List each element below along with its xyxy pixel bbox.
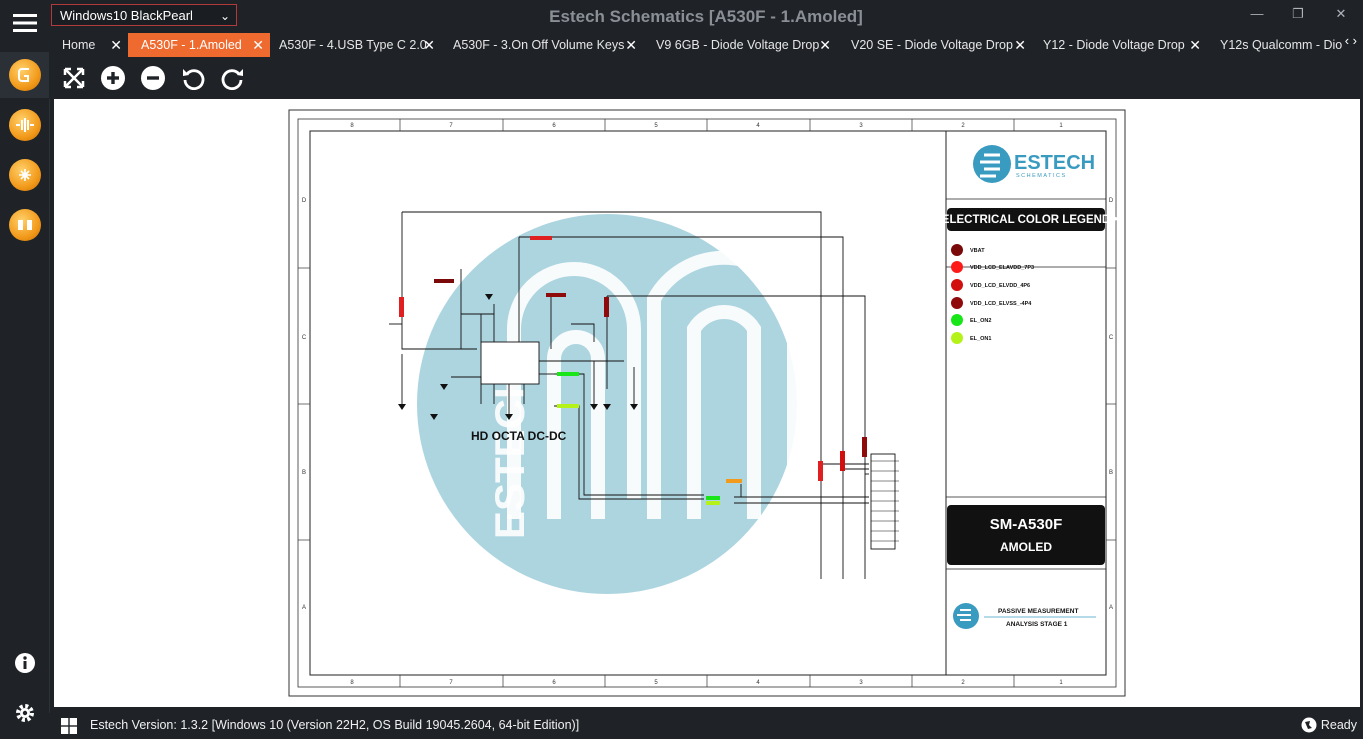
footer-logo — [953, 603, 979, 629]
maximize-icon[interactable]: ❐ — [1288, 6, 1308, 24]
tab-y12[interactable]: Y12 - Diode Voltage Drop ✕ — [1030, 33, 1207, 57]
model-name: SM-A530F — [990, 516, 1063, 533]
minimize-icon[interactable]: — — [1247, 6, 1267, 24]
fit-screen-icon[interactable] — [61, 65, 87, 91]
menu-icon[interactable] — [0, 0, 49, 46]
tools-icon[interactable] — [0, 202, 49, 248]
info-icon[interactable] — [0, 640, 49, 686]
brand-name: ESTECH — [1014, 152, 1095, 174]
tab-label: Home — [62, 38, 96, 52]
close-icon[interactable]: ✕ — [110, 33, 122, 57]
row-label: A — [302, 605, 306, 611]
footer-line1: PASSIVE MEASUREMENT — [998, 608, 1078, 615]
tab-a530f-onoff[interactable]: A530F - 3.On Off Volume Keys ✕ — [440, 33, 643, 57]
model-sub: AMOLED — [1000, 540, 1052, 554]
legend-title: • ELECTRICAL COLOR LEGEND • — [935, 214, 1118, 226]
title-bar: Windows10 BlackPearl ⌄ Estech Schematics… — [49, 0, 1363, 33]
version-status: Estech Version: 1.3.2 [Windows 10 (Versi… — [90, 718, 580, 732]
legend-label: VBAT — [970, 248, 985, 254]
status-bar: Estech Version: 1.3.2 [Windows 10 (Versi… — [49, 713, 1363, 737]
tab-a530f-usb[interactable]: A530F - 4.USB Type C 2.0 ✕ — [266, 33, 441, 57]
legend-swatch — [951, 314, 963, 326]
circuit-icon[interactable] — [0, 152, 49, 198]
row-label: B — [302, 470, 306, 476]
lcd-connector — [870, 453, 896, 550]
window-title: Estech Schematics [A530F - 1.Amoled] — [549, 7, 863, 26]
toolbar — [49, 57, 1363, 99]
tab-label: Y12s Qualcomm - Dio — [1220, 38, 1343, 52]
close-icon[interactable]: ✕ — [252, 33, 264, 57]
tab-label: V9 6GB - Diode Voltage Drop — [656, 38, 820, 52]
schematic-drawing[interactable]: 8 7 6 5 4 3 2 1 8 7 6 5 4 3 2 1 D C B A … — [54, 99, 1360, 707]
tab-label: A530F - 3.On Off Volume Keys — [453, 38, 625, 52]
tab-label: Y12 - Diode Voltage Drop — [1043, 38, 1185, 52]
tab-home[interactable]: Home ✕ — [49, 33, 128, 57]
tab-scroll-arrows[interactable]: ‹ › — [1345, 33, 1357, 48]
schematic-icon[interactable] — [0, 52, 49, 98]
footer-line2: ANALYSIS STAGE 1 — [1006, 621, 1068, 628]
close-icon[interactable]: ✕ — [1189, 33, 1201, 57]
rotate-left-icon[interactable] — [180, 65, 206, 91]
row-label: C — [302, 335, 307, 341]
ready-status: Ready — [1320, 718, 1357, 732]
circuit-label: HD OCTA DC-DC — [471, 429, 567, 443]
globe-icon — [1301, 717, 1317, 738]
row-label: A — [1109, 605, 1113, 611]
tab-label: A530F - 1.Amoled — [141, 38, 242, 52]
components-icon[interactable] — [0, 102, 49, 148]
theme-select[interactable]: Windows10 BlackPearl ⌄ — [51, 4, 237, 26]
row-label: D — [1109, 198, 1114, 204]
legend-label: EL_ON2 — [970, 318, 991, 324]
tab-a530f-amoled[interactable]: A530F - 1.Amoled ✕ — [128, 33, 270, 57]
close-icon[interactable]: ✕ — [1014, 33, 1026, 57]
tab-y12s[interactable]: Y12s Qualcomm - Dio — [1207, 33, 1347, 57]
brand-sub: SCHEMATICS — [1016, 173, 1067, 179]
legend-swatch — [951, 279, 963, 291]
windows-logo-icon — [61, 718, 77, 739]
close-icon[interactable]: ✕ — [819, 33, 831, 57]
sidebar — [0, 0, 50, 737]
chevron-down-icon: ⌄ — [219, 9, 230, 23]
legend-label: EL_ON1 — [970, 336, 991, 342]
svg-text:ESTECH: ESTECH — [486, 369, 533, 539]
close-icon[interactable]: ✕ — [625, 33, 637, 57]
zoom-in-icon[interactable] — [100, 65, 126, 91]
rotate-right-icon[interactable] — [220, 65, 246, 91]
tab-label: A530F - 4.USB Type C 2.0 — [279, 38, 427, 52]
close-icon[interactable]: ✕ — [1331, 6, 1351, 24]
tab-v20se[interactable]: V20 SE - Diode Voltage Drop ✕ — [838, 33, 1032, 57]
legend-label: VDD_LCD_ELVDD_4P6 — [970, 283, 1030, 289]
tab-bar: Home ✕ A530F - 1.Amoled ✕ A530F - 4.USB … — [49, 33, 1363, 57]
zoom-out-icon[interactable] — [140, 65, 166, 91]
schematic-canvas[interactable]: 8 7 6 5 4 3 2 1 8 7 6 5 4 3 2 1 D C B A … — [54, 99, 1360, 707]
close-icon[interactable]: ✕ — [423, 33, 435, 57]
tab-v9[interactable]: V9 6GB - Diode Voltage Drop ✕ — [643, 33, 837, 57]
legend-swatch — [951, 244, 963, 256]
model-box — [947, 505, 1105, 565]
settings-icon[interactable] — [0, 690, 49, 736]
legend-label: VDD_LCD_ELVSS_-4P4 — [970, 301, 1032, 307]
legend-label: VDD_LCD_ELAVDD_7P3 — [970, 265, 1034, 271]
legend-swatch — [951, 332, 963, 344]
legend-swatch — [951, 297, 963, 309]
row-label: C — [1109, 335, 1114, 341]
row-label: B — [1109, 470, 1113, 476]
legend-swatch — [951, 261, 963, 273]
tab-label: V20 SE - Diode Voltage Drop — [851, 38, 1013, 52]
theme-select-value: Windows10 BlackPearl — [60, 8, 193, 23]
row-label: D — [302, 198, 307, 204]
